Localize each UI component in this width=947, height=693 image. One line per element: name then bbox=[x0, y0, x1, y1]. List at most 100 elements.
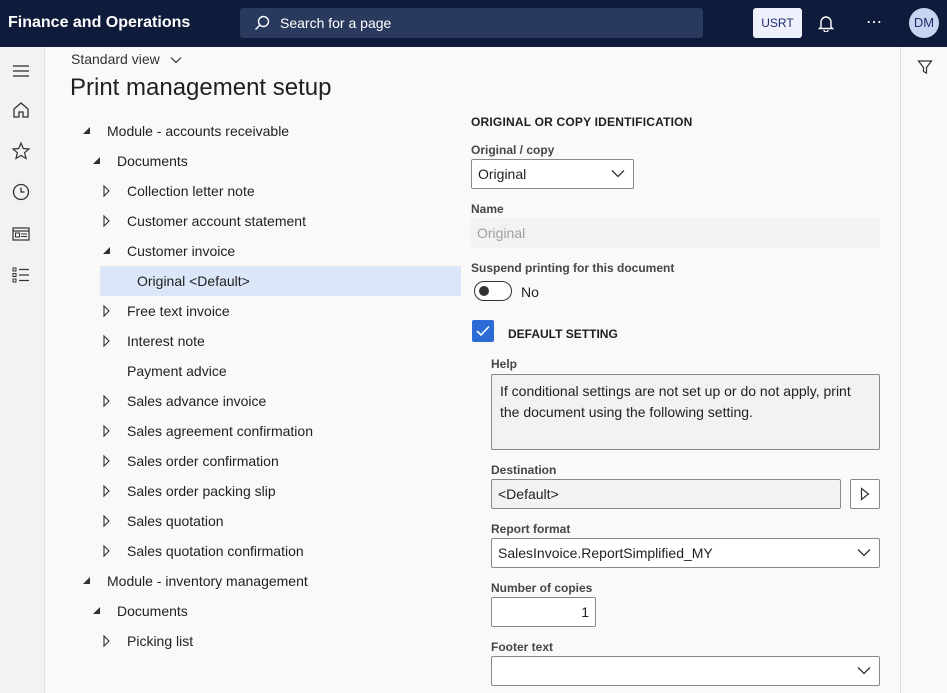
tree-row-label: Free text invoice bbox=[127, 303, 230, 319]
tree-row-label: Sales advance invoice bbox=[127, 393, 267, 409]
hamburger-icon[interactable] bbox=[10, 60, 32, 82]
chevron-down-icon bbox=[170, 57, 182, 64]
tree-row-label: Collection letter note bbox=[127, 183, 255, 199]
default-setting-checkbox[interactable] bbox=[472, 320, 494, 342]
tree-row[interactable]: Sales quotation bbox=[70, 506, 450, 536]
collapsed-triangle-icon[interactable] bbox=[102, 446, 112, 476]
tree-row[interactable]: Sales quotation confirmation bbox=[70, 536, 450, 566]
tree-row[interactable]: Module - inventory management bbox=[70, 566, 450, 596]
tree-row[interactable]: Payment advice bbox=[70, 356, 450, 386]
collapsed-triangle-icon[interactable] bbox=[102, 476, 112, 506]
app-title[interactable]: Finance and Operations bbox=[8, 14, 190, 32]
footer-text-label: Footer text bbox=[491, 640, 554, 654]
tree-row-label: Sales order packing slip bbox=[127, 483, 276, 499]
bell-icon[interactable] bbox=[818, 14, 834, 32]
chevron-down-icon bbox=[857, 667, 871, 675]
expanded-triangle-icon[interactable] bbox=[82, 566, 92, 596]
expanded-triangle-icon[interactable] bbox=[92, 146, 102, 176]
original-copy-select[interactable]: Original bbox=[471, 159, 634, 189]
report-format-select[interactable]: SalesInvoice.ReportSimplified_MY bbox=[491, 538, 880, 568]
copies-input[interactable]: 1 bbox=[491, 597, 596, 627]
original-copy-label: Original / copy bbox=[471, 143, 555, 157]
tree-row[interactable]: Collection letter note bbox=[70, 176, 450, 206]
tree-row-label: Documents bbox=[117, 603, 188, 619]
workspace-icon[interactable] bbox=[10, 223, 32, 245]
tree-row[interactable]: Sales advance invoice bbox=[70, 386, 450, 416]
help-label: Help bbox=[491, 357, 518, 371]
tree-row-label: Sales quotation bbox=[127, 513, 224, 529]
expanded-triangle-icon[interactable] bbox=[92, 596, 102, 626]
tree-row-label: Interest note bbox=[127, 333, 205, 349]
tree-row[interactable]: Sales agreement confirmation bbox=[70, 416, 450, 446]
tree-row-label: Sales agreement confirmation bbox=[127, 423, 313, 439]
collapsed-triangle-icon[interactable] bbox=[102, 386, 112, 416]
expanded-triangle-icon[interactable] bbox=[82, 116, 92, 146]
checkmark-icon bbox=[476, 325, 490, 337]
tree-row-label: Module - inventory management bbox=[107, 573, 308, 589]
tree-row-label: Sales order confirmation bbox=[127, 453, 279, 469]
collapsed-triangle-icon[interactable] bbox=[102, 626, 112, 656]
tree-row[interactable]: Customer invoice bbox=[70, 236, 450, 266]
clock-icon[interactable] bbox=[10, 181, 32, 203]
view-label: Standard view bbox=[71, 51, 160, 67]
default-setting-label: DEFAULT SETTING bbox=[508, 327, 618, 341]
star-icon[interactable] bbox=[10, 140, 32, 162]
collapsed-triangle-icon[interactable] bbox=[102, 296, 112, 326]
avatar[interactable]: DM bbox=[909, 8, 939, 38]
collapsed-triangle-icon[interactable] bbox=[102, 326, 112, 356]
tree-row-label: Documents bbox=[117, 153, 188, 169]
collapsed-triangle-icon[interactable] bbox=[102, 176, 112, 206]
search-icon bbox=[255, 15, 270, 30]
company-picker-button[interactable]: USRT bbox=[753, 8, 802, 38]
more-options-icon[interactable]: ⋯ bbox=[866, 12, 883, 32]
collapsed-triangle-icon[interactable] bbox=[102, 536, 112, 566]
home-icon[interactable] bbox=[10, 99, 32, 121]
tree-row[interactable]: Interest note bbox=[70, 326, 450, 356]
destination-button[interactable] bbox=[850, 479, 880, 509]
view-selector[interactable]: Standard view bbox=[71, 51, 182, 67]
name-label: Name bbox=[471, 202, 504, 216]
tree-row[interactable]: Module - accounts receivable bbox=[70, 116, 450, 146]
list-icon[interactable] bbox=[10, 264, 32, 286]
tree-row-label: Sales quotation confirmation bbox=[127, 543, 304, 559]
destination-label: Destination bbox=[491, 463, 557, 477]
footer-text-select[interactable] bbox=[491, 656, 880, 686]
copies-label: Number of copies bbox=[491, 581, 593, 595]
collapsed-triangle-icon[interactable] bbox=[102, 506, 112, 536]
suspend-printing-toggle[interactable] bbox=[474, 281, 512, 301]
search-box[interactable]: Search for a page bbox=[240, 8, 703, 38]
right-rail bbox=[900, 47, 947, 693]
suspend-printing-label: Suspend printing for this document bbox=[471, 261, 675, 275]
tree-row[interactable]: Sales order packing slip bbox=[70, 476, 450, 506]
tree-row-label: Customer invoice bbox=[127, 243, 236, 259]
section-title: ORIGINAL OR COPY IDENTIFICATION bbox=[471, 115, 693, 129]
report-format-value: SalesInvoice.ReportSimplified_MY bbox=[498, 545, 713, 561]
suspend-printing-value: No bbox=[521, 284, 539, 300]
destination-field[interactable]: <Default> bbox=[491, 479, 841, 509]
collapsed-triangle-icon[interactable] bbox=[102, 206, 112, 236]
expanded-triangle-icon[interactable] bbox=[102, 236, 112, 266]
tree-row[interactable]: Customer account statement bbox=[70, 206, 450, 236]
filter-icon[interactable] bbox=[917, 59, 933, 75]
tree-row-label: Original <Default> bbox=[137, 273, 250, 289]
report-format-label: Report format bbox=[491, 522, 571, 536]
tree-row-label: Picking list bbox=[127, 633, 194, 649]
page-title: Print management setup bbox=[70, 74, 332, 101]
chevron-down-icon bbox=[857, 549, 871, 557]
play-icon bbox=[860, 487, 870, 501]
tree-row[interactable]: Documents bbox=[70, 146, 450, 176]
toggle-knob bbox=[479, 286, 489, 296]
name-field[interactable]: Original bbox=[471, 218, 880, 248]
help-text[interactable]: If conditional settings are not set up o… bbox=[491, 374, 880, 450]
tree-row[interactable]: Sales order confirmation bbox=[70, 446, 450, 476]
tree-row[interactable]: Original <Default> bbox=[100, 266, 461, 296]
top-bar: Finance and Operations Search for a page… bbox=[0, 0, 947, 47]
tree-row[interactable]: Documents bbox=[70, 596, 450, 626]
collapsed-triangle-icon[interactable] bbox=[102, 416, 112, 446]
original-copy-value: Original bbox=[478, 166, 527, 182]
tree-row[interactable]: Picking list bbox=[70, 626, 450, 656]
tree-row-label: Customer account statement bbox=[127, 213, 306, 229]
tree-row-label: Module - accounts receivable bbox=[107, 123, 290, 139]
chevron-down-icon bbox=[611, 170, 625, 178]
tree-row[interactable]: Free text invoice bbox=[70, 296, 450, 326]
